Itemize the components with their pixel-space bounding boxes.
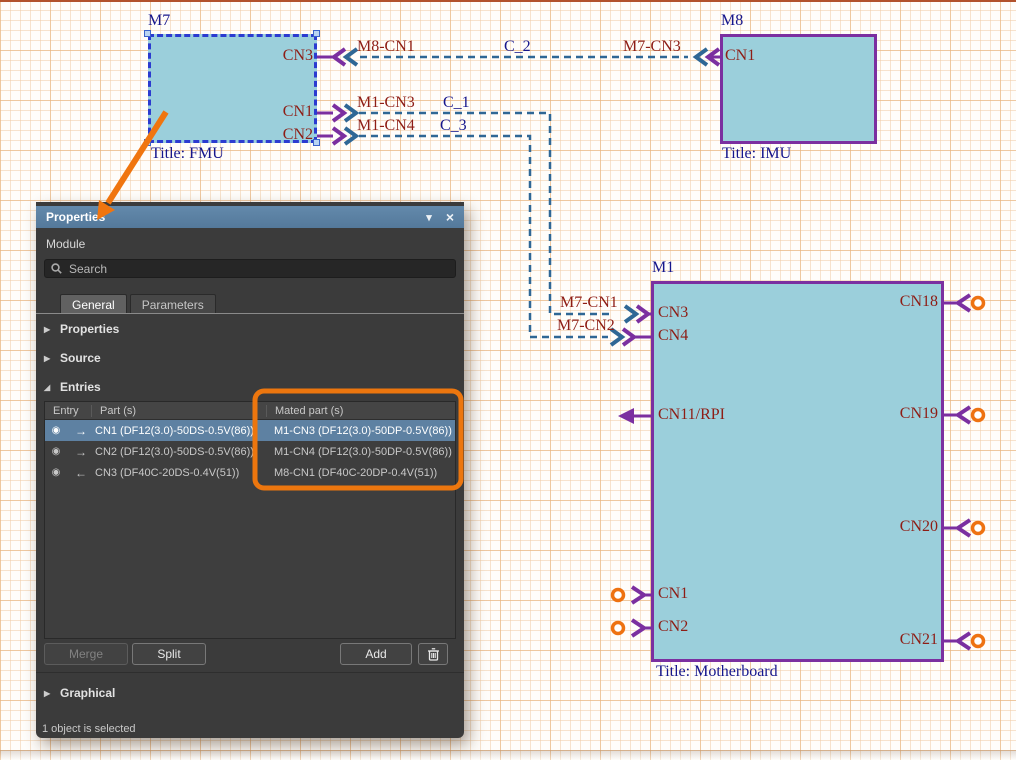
split-button[interactable]: Split xyxy=(132,643,206,665)
m1-pin-label-cn21[interactable]: CN21 xyxy=(870,631,938,649)
column-header-entry[interactable]: Entry xyxy=(45,405,91,417)
m8-designator[interactable]: M8 xyxy=(721,12,743,30)
m1-pin-label-cn20[interactable]: CN20 xyxy=(870,518,938,536)
canvas-bottom-shadow xyxy=(0,750,1016,760)
m7-pin-label-cn1[interactable]: CN1 xyxy=(243,103,313,121)
column-header-mated[interactable]: Mated part (s) xyxy=(266,405,455,417)
m8-title[interactable]: Title: IMU xyxy=(722,145,791,163)
visibility-eye-icon[interactable]: ◉ xyxy=(45,446,67,457)
m7-pin-label-cn2[interactable]: CN2 xyxy=(243,126,313,144)
m1-title[interactable]: Title: Motherboard xyxy=(656,663,778,681)
m7-handle-tl[interactable] xyxy=(144,30,151,37)
search-placeholder: Search xyxy=(69,262,107,276)
panel-dropdown-icon[interactable]: ▾ xyxy=(426,211,432,224)
net-c1-from-label[interactable]: M1-CN3 xyxy=(357,94,415,112)
section-properties[interactable]: ▶ Properties xyxy=(44,322,119,336)
pin-m1-cn19[interactable] xyxy=(943,407,984,423)
collapsed-arrow-icon: ▶ xyxy=(44,689,53,698)
m1-pin-label-cn11[interactable]: CN11/RPI xyxy=(658,406,725,424)
object-type-label: Module xyxy=(46,237,85,251)
m7-handle-bl[interactable] xyxy=(144,139,151,146)
m7-designator[interactable]: M7 xyxy=(148,12,170,30)
search-icon xyxy=(51,263,62,274)
net-c1-name-label[interactable]: C_1 xyxy=(443,94,470,112)
tab-general[interactable]: General xyxy=(60,294,127,314)
column-header-part[interactable]: Part (s) xyxy=(91,405,266,417)
entry-row-cn2[interactable]: ◉ → CN2 (DF12(3.0)-50DS-0.5V(86)) M1-CN4… xyxy=(45,441,455,462)
tab-parameters[interactable]: Parameters xyxy=(130,294,216,314)
trash-icon xyxy=(428,648,439,661)
properties-panel: Properties ▾ × Module Search General Par… xyxy=(36,202,464,738)
entry-row-cn3[interactable]: ◉ ← CN3 (DF40C-20DS-0.4V(51)) M8-CN1 (DF… xyxy=(45,462,455,483)
entry-row-cn1[interactable]: ◉ → CN1 (DF12(3.0)-50DS-0.5V(86)) M1-CN3… xyxy=(45,420,455,441)
m7-pin-label-cn3[interactable]: CN3 xyxy=(243,47,313,65)
collapsed-arrow-icon: ▶ xyxy=(44,354,53,363)
panel-close-icon[interactable]: × xyxy=(446,209,454,225)
section-source[interactable]: ▶ Source xyxy=(44,351,101,365)
m7-handle-br[interactable] xyxy=(313,139,320,146)
net-c2-to-label[interactable]: M7-CN3 xyxy=(623,38,681,56)
pin-m1-cn21[interactable] xyxy=(943,633,984,649)
sheet-top-edge xyxy=(0,0,1016,2)
harness-schematic-canvas: M7 Title: FMU CN3 CN1 CN2 M8 Title: IMU … xyxy=(0,0,1016,760)
pin-m1-cn20[interactable] xyxy=(943,520,984,536)
properties-panel-titlebar[interactable]: Properties ▾ × xyxy=(36,206,464,228)
pin-m1-cn2[interactable] xyxy=(613,620,653,636)
selection-status-text: 1 object is selected xyxy=(42,723,136,735)
entry-part-cell: CN2 (DF12(3.0)-50DS-0.5V(86)) xyxy=(95,446,266,458)
panel-tabs: General Parameters xyxy=(60,294,219,314)
m1-pin-label-cn1[interactable]: CN1 xyxy=(658,585,688,603)
delete-button[interactable] xyxy=(418,643,448,665)
net-c3-from-label[interactable]: M1-CN4 xyxy=(357,117,415,135)
m1-designator[interactable]: M1 xyxy=(652,259,674,277)
entry-part-cell: CN3 (DF40C-20DS-0.4V(51)) xyxy=(95,467,266,479)
pin-m1-cn1[interactable] xyxy=(613,587,653,603)
direction-arrow-icon: → xyxy=(67,445,95,459)
add-button[interactable]: Add xyxy=(340,643,412,665)
search-input[interactable]: Search xyxy=(44,259,456,278)
m1-pin-label-cn3[interactable]: CN3 xyxy=(658,304,688,322)
m8-pin-label-cn1[interactable]: CN1 xyxy=(725,47,755,65)
entry-part-cell: CN1 (DF12(3.0)-50DS-0.5V(86)) xyxy=(95,425,266,437)
net-c2-from-label[interactable]: M8-CN1 xyxy=(357,38,415,56)
section-entries[interactable]: ◢ Entries xyxy=(44,380,101,394)
net-c1-to-label[interactable]: M7-CN1 xyxy=(560,294,618,312)
section-graphical[interactable]: ▶ Graphical xyxy=(44,686,115,700)
pin-m1-cn18[interactable] xyxy=(943,295,984,311)
direction-arrow-icon: → xyxy=(67,424,95,438)
tab-underline xyxy=(36,313,464,314)
entry-mated-cell: M8-CN1 (DF40C-20DP-0.4V(51)) xyxy=(266,467,455,479)
m7-handle-tr[interactable] xyxy=(313,30,320,37)
entry-mated-cell: M1-CN4 (DF12(3.0)-50DP-0.5V(86)) xyxy=(266,446,455,458)
m1-pin-label-cn2[interactable]: CN2 xyxy=(658,618,688,636)
module-m1[interactable] xyxy=(651,281,944,662)
visibility-eye-icon[interactable]: ◉ xyxy=(45,467,67,478)
merge-button[interactable]: Merge xyxy=(44,643,128,665)
m1-pin-label-cn19[interactable]: CN19 xyxy=(870,405,938,423)
panel-title: Properties xyxy=(46,210,105,224)
entries-button-row: Merge Split Add xyxy=(36,643,464,673)
collapsed-arrow-icon: ▶ xyxy=(44,325,53,334)
m1-pin-label-cn4[interactable]: CN4 xyxy=(658,327,688,345)
m7-title[interactable]: Title: FMU xyxy=(151,145,224,163)
net-c3-name-label[interactable]: C_3 xyxy=(440,117,467,135)
expanded-arrow-icon: ◢ xyxy=(44,383,53,392)
direction-arrow-icon: ← xyxy=(67,466,95,480)
entry-mated-cell: M1-CN3 (DF12(3.0)-50DP-0.5V(86)) xyxy=(266,425,455,437)
net-c2-name-label[interactable]: C_2 xyxy=(504,38,531,56)
entries-table: Entry Part (s) Mated part (s) ◉ → CN1 (D… xyxy=(44,401,456,639)
entries-table-header[interactable]: Entry Part (s) Mated part (s) xyxy=(45,402,455,420)
visibility-eye-icon[interactable]: ◉ xyxy=(45,425,67,436)
pin-m1-cn11[interactable] xyxy=(618,408,652,424)
net-c3-to-label[interactable]: M7-CN2 xyxy=(557,317,615,335)
m1-pin-label-cn18[interactable]: CN18 xyxy=(870,293,938,311)
